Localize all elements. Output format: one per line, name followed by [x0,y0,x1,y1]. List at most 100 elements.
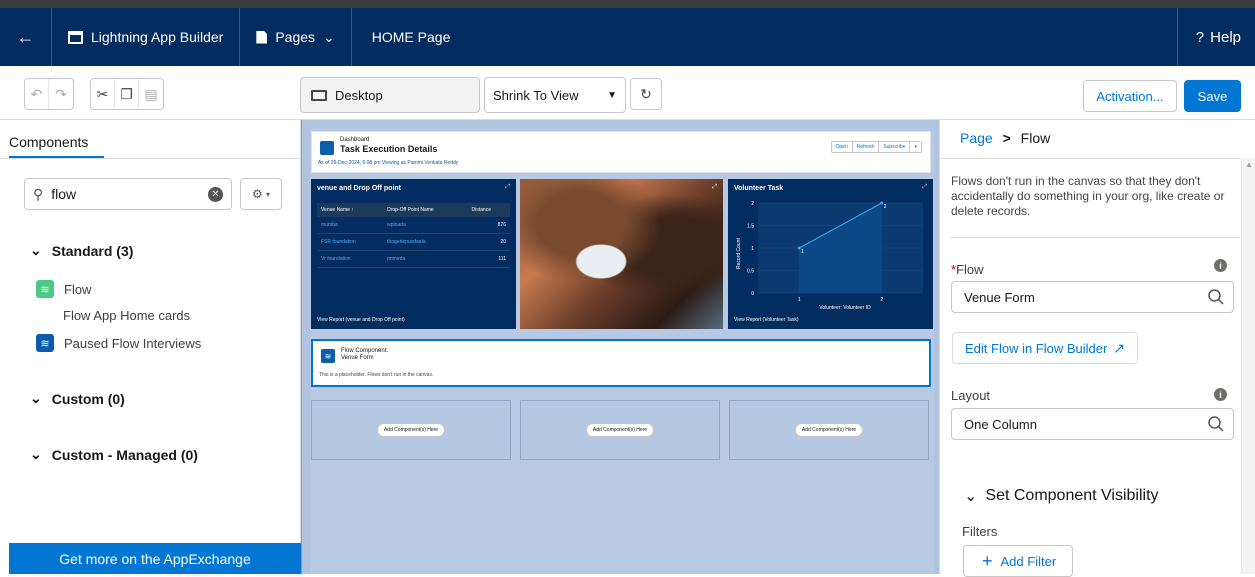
flow-component-name: Venue Form [341,355,374,361]
help-label: Help [1210,28,1241,46]
info-icon[interactable]: i [1214,259,1227,272]
info-icon[interactable]: i [1214,388,1227,401]
section-custom-managed[interactable]: ⌄ Custom - Managed (0) [30,446,198,463]
cell[interactable]: mumba [317,217,384,234]
flow-field-label: *Flow [951,262,984,277]
search-input[interactable]: flow [51,186,76,202]
component-search[interactable]: ⚲ flow ✕ [24,178,232,210]
chevron-down-icon: ⌄ [30,390,42,406]
back-button[interactable]: ← [0,8,52,66]
add-filter-label: Add Filter [1000,553,1057,569]
dashboard-type-label: Dashboard [340,137,370,143]
x-tick-label: 2 [880,297,883,303]
undo-icon[interactable]: ↶ [25,79,49,109]
add-component-pill[interactable]: Add Component(s) Here [794,423,864,437]
more-actions-button[interactable]: ▾ [910,142,921,152]
tab-components[interactable]: Components [9,134,88,150]
component-item-flow-app-home-cards[interactable]: Flow App Home cards [63,308,190,323]
refresh-dashboard-button[interactable]: Refresh [853,142,880,152]
appexchange-button[interactable]: Get more on the AppExchange [9,543,301,574]
desktop-icon [311,89,327,101]
table-row: Vr foundation pnmeda 111 [317,250,510,268]
component-item-flow[interactable]: ≋ Flow [36,280,91,298]
dropdown-caret-icon: ▼ [607,89,617,101]
edit-flow-button[interactable]: Edit Flow in Flow Builder ↗ [952,332,1139,364]
y-tick-label: 1 [751,246,754,252]
redo-icon[interactable]: ↷ [49,79,73,109]
data-label: 1 [801,249,804,255]
refresh-button[interactable]: ↻ [630,78,662,110]
add-filter-button[interactable]: + Add Filter [963,545,1073,577]
venue-table: Venue Name ↑ Drop-Off Point Name Distanc… [317,203,510,268]
widget-venue-dropoff[interactable]: venue and Drop Off point ⤢ Venue Name ↑ … [311,179,516,329]
device-label: Desktop [335,87,383,103]
flow-info-text: Flows don't run in the canvas so that th… [951,174,1225,218]
device-selector[interactable]: Desktop [300,77,480,113]
y-tick-label: 2 [751,201,754,207]
cut-icon[interactable]: ✂ [91,79,115,109]
cell[interactable]: pnmeda [383,250,468,268]
column-header: Venue Name ↑ [317,203,384,217]
dashboard-subtitle: As of 29-Dec-2024, 6:08 pm Viewing as Pa… [318,160,459,166]
gear-icon: ⚙ [251,187,263,201]
visibility-label: Set Component Visibility [985,487,1159,504]
copy-icon[interactable]: ❐ [115,79,139,109]
help-button[interactable]: ? Help [1176,8,1255,66]
dashboard-title: Task Execution Details [340,144,438,154]
add-component-zone[interactable]: Add Component(s) Here [520,400,720,460]
view-report-link[interactable]: View Report (Volunteer Task) [734,317,799,323]
layout-lookup-field[interactable]: One Column [951,408,1234,440]
breadcrumb-current: Flow [1020,130,1051,146]
widget-volunteer-task[interactable]: Volunteer Task ⤢ 2 1.5 1 0.5 0 1 2 1 2 Record Cou… [728,179,933,329]
scroll-up-icon[interactable]: ▲ [1245,160,1253,169]
search-icon: ⚲ [33,185,44,202]
expand-icon[interactable]: ⤢ [505,184,510,191]
breadcrumb-page-link[interactable]: Page [960,130,993,146]
cell: 876 [467,217,510,234]
data-label: 2 [884,204,887,210]
y-tick-label: 0 [751,291,754,297]
undo-redo-group: ↶ ↷ [24,78,74,110]
cell[interactable]: thogeriepuvdaala [383,233,468,251]
add-component-pill[interactable]: Add Component(s) Here [585,423,655,437]
add-component-zone[interactable]: Add Component(s) Here [311,400,511,460]
view-report-link[interactable]: View Report (venue and Drop Off point) [317,317,405,323]
view-mode-select[interactable]: Shrink To View ▼ [484,77,626,113]
component-item-paused-flow-interviews[interactable]: ≋ Paused Flow Interviews [36,334,201,352]
section-label: Custom (0) [51,390,125,407]
add-component-pill[interactable]: Add Component(s) Here [376,423,446,437]
section-standard[interactable]: ⌄ Standard (3) [30,242,133,259]
section-custom[interactable]: ⌄ Custom (0) [30,390,125,407]
cell[interactable]: FSR foundation [317,233,384,251]
subscribe-button[interactable]: Subscribe [879,142,911,152]
cell[interactable]: Vr foundation [317,250,384,268]
divider [940,158,1240,159]
open-button[interactable]: Open [832,142,853,152]
view-mode-value: Shrink To View [493,87,579,103]
settings-menu-button[interactable]: ⚙ ▾ [240,178,282,210]
expand-icon[interactable]: ⤢ [712,184,717,191]
save-button[interactable]: Save [1184,80,1241,112]
flow-icon: ≋ [36,280,54,298]
refresh-icon: ↻ [640,85,652,102]
toolbar: ↶ ↷ ✂ ❐ ▤ Desktop Shrink To View ▼ ↻ Act… [0,66,1255,120]
help-icon: ? [1195,28,1205,46]
flow-component-placeholder[interactable]: ≋ Flow Component: Venue Form This is a p… [311,339,931,387]
cell[interactable]: wpinada [383,217,468,234]
panel-scrollbar[interactable]: ▲ [1241,158,1255,574]
add-component-zone[interactable]: Add Component(s) Here [729,400,929,460]
dashboard-header[interactable]: Dashboard Task Execution Details As of 2… [311,131,931,173]
food-donation-image: ⤢ [520,179,723,329]
clear-search-icon[interactable]: ✕ [208,186,223,202]
app-header: ← Lightning App Builder Pages ⌄ HOME Pag… [0,8,1255,66]
dashboard-icon [320,141,334,155]
paste-icon[interactable]: ▤ [139,79,163,109]
divider [0,158,300,159]
properties-panel: Page > Flow Flows don't run in the canva… [939,120,1255,577]
app-title-text: Lightning App Builder [91,29,224,45]
breadcrumb-separator: > [1002,130,1011,146]
flow-lookup-field[interactable]: Venue Form [951,281,1234,313]
visibility-section-toggle[interactable]: ⌄ Set Component Visibility [964,486,1159,506]
activation-button[interactable]: Activation... [1083,80,1177,112]
pages-menu[interactable]: Pages ⌄ [240,8,352,66]
